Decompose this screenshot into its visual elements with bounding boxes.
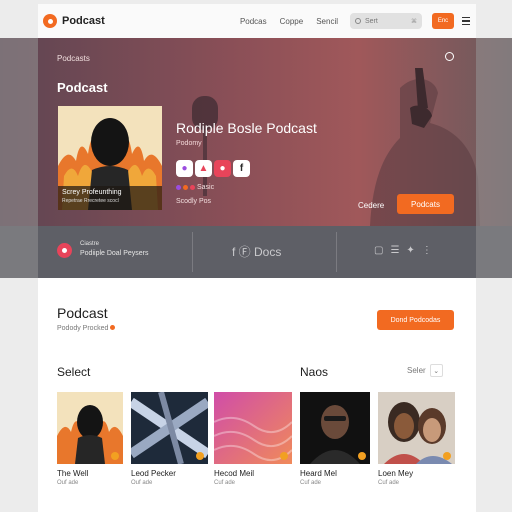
bars-icon[interactable]: ☰	[390, 245, 399, 256]
episode-card[interactable]: The Well Ouf ade	[57, 392, 123, 486]
search-input[interactable]: Sert ⌘	[350, 13, 422, 29]
nav-item-sencil[interactable]: Sencil	[316, 17, 338, 26]
episode-card[interactable]: Leod Pecker Ouf ade	[131, 392, 208, 486]
pocketcasts-icon[interactable]: ●	[214, 160, 231, 177]
search-placeholder: Sert	[365, 17, 378, 25]
section-subtitle-text: Podody Procked	[57, 325, 109, 332]
strip-text: Podiiple Doal Peysers	[80, 250, 149, 257]
episode-meta-secondary: Scodly Pos	[176, 198, 212, 205]
apple-podcasts-icon[interactable]: ●	[176, 160, 193, 177]
episode-thumbnail	[57, 392, 123, 464]
podcast-page: Podcasts Podcast Screy Profeunthing Repe…	[0, 0, 512, 512]
badge-icon	[443, 452, 451, 460]
hero-title: Podcast	[57, 80, 108, 95]
badge-icon	[111, 452, 119, 460]
episode-title: Hecod Meil	[214, 469, 255, 478]
episode-meta: Ouf ade	[131, 480, 153, 486]
dot-icon	[183, 185, 188, 190]
cover-caption-sub: Repetrae Rrecretee scocl	[62, 198, 119, 204]
new-heading: Naos	[300, 365, 329, 379]
show-subtitle: Podomy	[176, 140, 202, 147]
section-title: Podcast	[57, 305, 108, 321]
episode-card[interactable]: Loen Mey Cuf ade	[378, 392, 455, 486]
share-icon[interactable]: ▢	[374, 245, 383, 256]
menu-icon[interactable]	[462, 16, 470, 26]
divider	[336, 232, 337, 272]
episode-thumbnail	[300, 392, 370, 464]
show-title: Rodiple Bosle Podcast	[176, 120, 317, 136]
episode-meta: Sasic	[176, 184, 214, 191]
divider	[192, 232, 193, 272]
chevron-down-icon: ⌄	[429, 364, 443, 377]
strip-edge-right	[476, 226, 512, 278]
meta-label: Sasic	[197, 184, 215, 191]
google-podcasts-icon[interactable]: ▲	[195, 160, 212, 177]
episode-title: Heard Mel	[300, 469, 337, 478]
logo-text[interactable]: Podcast	[62, 15, 105, 27]
status-dot-icon	[110, 325, 116, 330]
nav-links: Podcas Coppe Sencil	[240, 17, 338, 26]
episode-grid: The Well Ouf ade Leod Pecker Ouf ade Hec…	[57, 392, 457, 492]
section-cta-button[interactable]: Dond Podcodas	[377, 310, 454, 330]
keyboard-shortcut-icon: ⌘	[411, 18, 417, 25]
badge-icon	[196, 452, 204, 460]
episode-meta: Cuf ade	[214, 480, 236, 486]
top-navigation: Podcast Podcas Coppe Sencil Sert ⌘ Enc	[38, 4, 476, 38]
platform-links: ● ▲ ● f	[176, 160, 250, 177]
cover-caption: Screy Profeunthing Repetrae Rrecretee sc…	[58, 186, 162, 210]
more-icon[interactable]: ⋮	[422, 245, 432, 256]
main-content: Podcast Podody Procked Dond Podcodas Sel…	[38, 278, 476, 512]
selected-heading: Select	[57, 365, 91, 379]
episode-meta: Cuf ade	[378, 480, 400, 486]
breadcrumb[interactable]: Podcasts	[57, 54, 90, 63]
episode-thumbnail	[214, 392, 292, 464]
strip-label: Ciastre	[80, 241, 100, 247]
nav-cta-button[interactable]: Enc	[432, 13, 454, 29]
share-icons: ▢ ☰ ✦ ⋮	[374, 245, 432, 256]
info-strip: Ciastre Podiiple Doal Peysers f Ⓕ Docs ▢…	[0, 226, 512, 278]
sort-dropdown[interactable]: Seler ⌄	[407, 364, 443, 377]
episode-meta: Cuf ade	[300, 480, 322, 486]
episode-title: Leod Pecker	[131, 469, 176, 478]
nav-item-coppe[interactable]: Coppe	[280, 17, 304, 26]
nav-item-podcasts[interactable]: Podcas	[240, 17, 267, 26]
hero-cta-button[interactable]: Podcats	[397, 194, 454, 214]
podcast-cover-art[interactable]: Screy Profeunthing Repetrae Rrecretee sc…	[58, 106, 162, 210]
cover-caption-title: Screy Profeunthing	[62, 189, 122, 196]
hero-banner: Podcasts Podcast Screy Profeunthing Repe…	[0, 38, 512, 226]
logo-icon[interactable]	[43, 14, 57, 28]
badge-icon	[358, 452, 366, 460]
hero-edge-left	[0, 38, 38, 226]
section-subtitle: Podody Procked	[57, 325, 116, 332]
sort-label: Seler	[407, 366, 426, 375]
dot-icon	[176, 185, 181, 190]
dot-icon	[190, 185, 195, 190]
hero-edge-right	[476, 38, 512, 226]
badge-icon	[280, 452, 288, 460]
episode-title: Loen Mey	[378, 469, 414, 478]
social-text[interactable]: f Ⓕ Docs	[232, 243, 281, 260]
episode-card[interactable]: Heard Mel Cuf ade	[300, 392, 370, 486]
podcast-badge-icon	[57, 243, 72, 258]
episode-card[interactable]: Hecod Meil Cuf ade	[214, 392, 292, 486]
twitter-icon[interactable]: ✦	[406, 245, 414, 256]
settings-icon[interactable]	[445, 52, 454, 61]
episode-meta: Ouf ade	[57, 480, 79, 486]
strip-edge-left	[0, 226, 38, 278]
secondary-link[interactable]: Cedere	[358, 201, 384, 210]
episode-thumbnail	[131, 392, 208, 464]
episode-title: The Well	[57, 469, 89, 478]
episode-thumbnail	[378, 392, 455, 464]
facebook-icon[interactable]: f	[233, 160, 250, 177]
search-icon	[355, 18, 361, 24]
